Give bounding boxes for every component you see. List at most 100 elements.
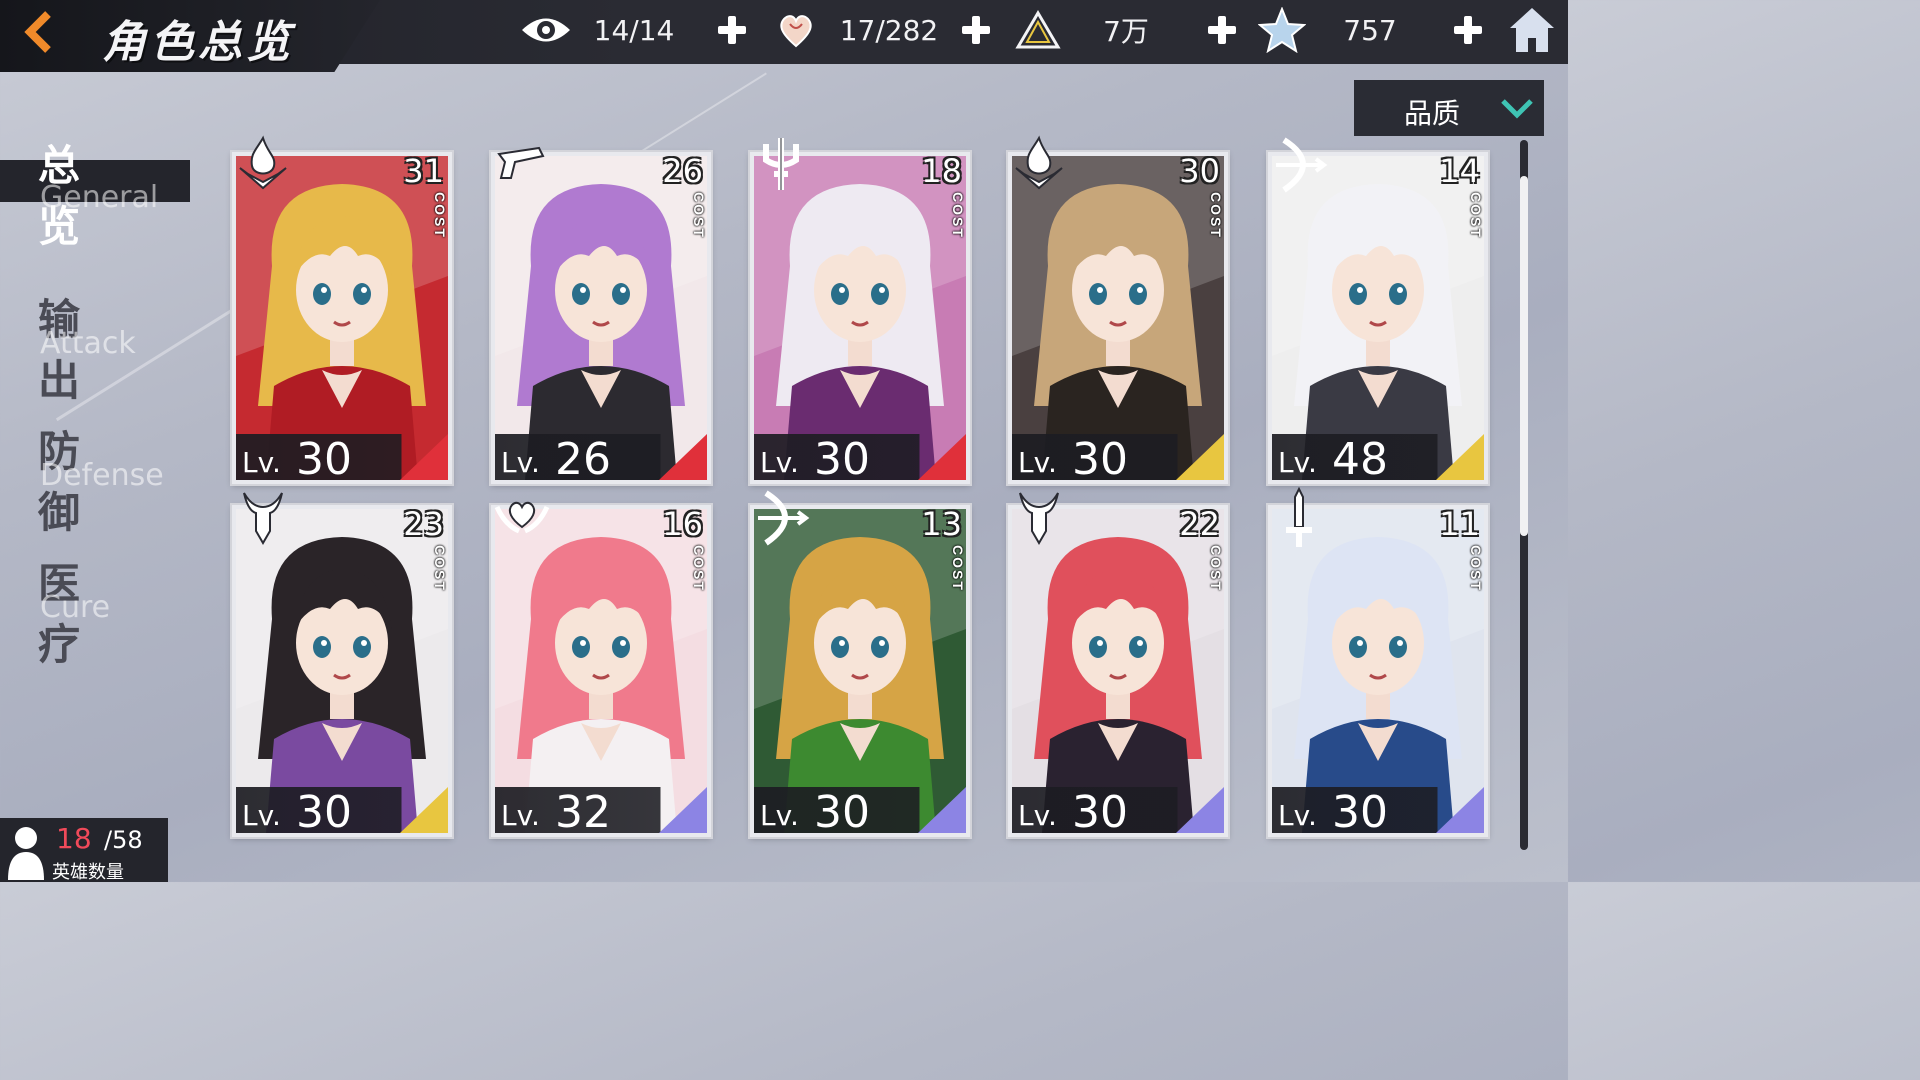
add-gold-button[interactable] xyxy=(1206,14,1238,46)
level-value: 32 xyxy=(555,787,611,838)
fire-class-icon xyxy=(239,135,287,190)
horned-class-icon xyxy=(1019,492,1059,545)
horned-class-icon xyxy=(243,492,283,545)
character-card[interactable]: 14 COST Lv. 48 xyxy=(1268,137,1488,485)
cost-label: COST xyxy=(432,192,448,239)
character-card[interactable]: 31 COST Lv. 30 xyxy=(232,135,452,485)
trident-class-icon xyxy=(763,138,799,190)
level-value: 48 xyxy=(1332,434,1388,485)
add-stars-button[interactable] xyxy=(1452,14,1484,46)
background-streak xyxy=(55,301,245,422)
level-band: Lv. 30 xyxy=(1272,787,1484,838)
level-prefix: Lv. xyxy=(242,799,281,832)
rarity-corner xyxy=(400,434,448,480)
character-card[interactable]: 22 COST Lv. 30 xyxy=(1008,492,1228,838)
cost-value: 18 xyxy=(921,152,962,190)
gold-value: 7万 xyxy=(1103,15,1149,48)
level-band: Lv. 30 xyxy=(754,434,966,485)
cost-value: 31 xyxy=(403,152,444,190)
level-prefix: Lv. xyxy=(1278,446,1317,479)
heart-icon xyxy=(768,2,824,58)
level-value: 30 xyxy=(296,434,352,485)
bow-class-icon xyxy=(758,490,810,546)
level-value: 30 xyxy=(296,787,352,838)
home-icon xyxy=(1510,8,1554,52)
resource-hearts: 17/282 xyxy=(768,0,968,60)
level-value: 30 xyxy=(1072,787,1128,838)
cost-label: COST xyxy=(950,545,966,592)
level-prefix: Lv. xyxy=(760,446,799,479)
level-band: Lv. 30 xyxy=(1012,434,1224,485)
character-card[interactable]: 18 COST Lv. 30 xyxy=(750,138,970,485)
scrollbar-thumb[interactable] xyxy=(1520,176,1528,536)
crystal-triangle-icon xyxy=(1010,2,1066,58)
cost-label: COST xyxy=(691,545,707,592)
level-band: Lv. 30 xyxy=(1012,787,1224,838)
cost-label: COST xyxy=(1208,545,1224,592)
add-stamina-button[interactable] xyxy=(716,14,748,46)
rarity-corner xyxy=(1176,787,1224,833)
cost-label: COST xyxy=(1208,192,1224,239)
level-value: 30 xyxy=(1072,434,1128,485)
character-card[interactable]: 30 COST Lv. 30 xyxy=(1008,135,1228,485)
rarity-corner xyxy=(1176,434,1224,480)
cost-value: 26 xyxy=(662,152,703,190)
rarity-corner xyxy=(1436,787,1484,833)
level-band: Lv. 48 xyxy=(1272,434,1484,485)
level-prefix: Lv. xyxy=(242,446,281,479)
sword-class-icon xyxy=(1286,487,1312,547)
stars-value: 757 xyxy=(1343,13,1397,47)
level-value: 26 xyxy=(555,434,611,485)
level-value: 30 xyxy=(1332,787,1388,838)
character-card[interactable]: 11 COST Lv. 30 xyxy=(1268,487,1488,838)
level-prefix: Lv. xyxy=(1018,446,1057,479)
hero-count-current: 18 xyxy=(56,822,92,855)
sort-label: 品质 xyxy=(1404,98,1461,129)
rarity-corner xyxy=(400,787,448,833)
back-arrow-icon xyxy=(24,11,51,53)
home-button[interactable] xyxy=(1506,4,1558,56)
character-portrait xyxy=(495,156,707,480)
person-icon xyxy=(8,827,44,880)
cost-label: COST xyxy=(432,545,448,592)
level-prefix: Lv. xyxy=(760,799,799,832)
fire-class-icon xyxy=(1015,135,1063,190)
character-portrait xyxy=(236,509,448,833)
character-portrait xyxy=(754,156,966,480)
level-prefix: Lv. xyxy=(1278,799,1317,832)
cost-label: COST xyxy=(1468,545,1484,592)
cost-label: COST xyxy=(691,192,707,239)
star-icon xyxy=(1254,2,1310,58)
hero-count-label: 英雄数量 xyxy=(52,862,124,882)
character-card[interactable]: 26 COST Lv. 26 xyxy=(491,146,711,485)
level-prefix: Lv. xyxy=(501,446,540,479)
hearts-value: 17/282 xyxy=(839,13,939,47)
level-prefix: Lv. xyxy=(1018,799,1057,832)
character-portrait xyxy=(1272,156,1484,480)
gun-class-icon xyxy=(497,146,545,179)
eye-icon xyxy=(518,2,574,58)
cost-value: 22 xyxy=(1179,505,1220,543)
character-portrait xyxy=(1012,156,1224,480)
resource-stamina: 14/14 xyxy=(518,0,718,60)
tab-attack-sublabel: Attack xyxy=(40,326,136,361)
chevron-down-icon xyxy=(1501,99,1533,119)
cost-value: 14 xyxy=(1439,152,1480,190)
resource-gold: 7万 xyxy=(1010,0,1210,60)
cost-value: 16 xyxy=(662,505,703,543)
sort-dropdown[interactable]: 品质 xyxy=(1354,80,1544,136)
character-card[interactable]: 16 COST Lv. 32 xyxy=(491,501,711,838)
character-card[interactable]: 23 COST Lv. 30 xyxy=(232,492,452,838)
character-portrait xyxy=(1012,509,1224,833)
cost-value: 30 xyxy=(1179,152,1220,190)
hero-count-max: /58 xyxy=(104,826,143,854)
level-value: 30 xyxy=(814,434,870,485)
back-button[interactable] xyxy=(16,8,64,56)
tab-cure-sublabel: Cure xyxy=(40,590,111,625)
character-card[interactable]: 13 COST Lv. 30 xyxy=(750,490,970,838)
character-portrait xyxy=(495,509,707,833)
stamina-value: 14/14 xyxy=(593,13,675,47)
character-portrait xyxy=(1272,509,1484,833)
tab-general-sublabel: General xyxy=(40,180,159,215)
add-hearts-button[interactable] xyxy=(960,14,992,46)
